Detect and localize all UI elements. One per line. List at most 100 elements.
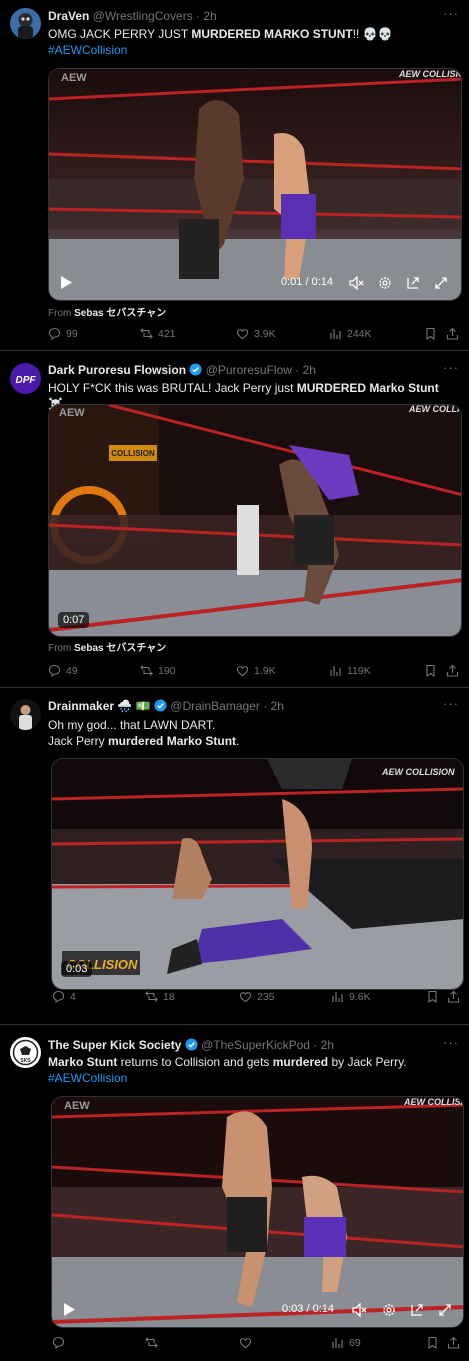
more-icon[interactable]: ···	[443, 696, 459, 711]
share-icon	[446, 664, 459, 677]
repost-icon	[140, 328, 153, 339]
video-player[interactable]: AEW COLLISION AEW 0:01 / 0:14	[48, 68, 462, 301]
source-name[interactable]: Sebas セバスチャン	[74, 643, 166, 654]
like-button[interactable]: 235	[239, 990, 275, 1003]
repost-count: 421	[158, 327, 176, 340]
tweet-4[interactable]: SKS The Super Kick Society @TheSuperKick…	[0, 1025, 469, 1361]
video-player[interactable]: COLLISION AEW COLLISION AEW 0:07	[48, 404, 462, 637]
fullscreen-icon[interactable]	[438, 1303, 452, 1317]
video-source: From Sebas セバスチャン	[48, 304, 166, 319]
settings-icon[interactable]	[382, 1303, 396, 1317]
video-player[interactable]: AEW COLLISION COLLISION 0:03	[51, 758, 464, 990]
display-name[interactable]: The Super Kick Society	[48, 1038, 181, 1052]
tweet-actions: 49 190 1.9K 119K	[48, 664, 459, 680]
like-button[interactable]: 3.9K	[236, 327, 276, 340]
username[interactable]: @PuroresuFlow	[206, 363, 292, 377]
avatar[interactable]: DPF	[10, 363, 41, 394]
bookmark-button[interactable]	[424, 664, 437, 677]
source-prefix: From	[48, 308, 72, 319]
mute-icon[interactable]	[349, 276, 364, 290]
svg-text:DPF: DPF	[16, 375, 37, 386]
repost-button[interactable]: 18	[145, 990, 175, 1003]
verified-icon	[185, 1038, 198, 1051]
like-count: 235	[257, 990, 275, 1003]
share-button[interactable]	[447, 990, 460, 1003]
views-button[interactable]: 244K	[329, 327, 372, 340]
tweet-1[interactable]: DraVen @WrestlingCovers · 2h ··· OMG JAC…	[0, 0, 469, 351]
more-icon[interactable]: ···	[443, 1035, 459, 1050]
aew-watermark: AEW	[59, 407, 85, 419]
share-button[interactable]	[446, 664, 459, 677]
reply-icon	[48, 327, 61, 340]
repost-button[interactable]: 421	[140, 327, 176, 340]
play-icon[interactable]	[63, 1303, 75, 1316]
tweet-2[interactable]: DPF Dark Puroresu Flowsion @PuroresuFlow…	[0, 351, 469, 688]
bookmark-button[interactable]	[426, 1336, 439, 1349]
more-icon[interactable]: ···	[443, 360, 459, 375]
repost-count: 18	[163, 990, 175, 1003]
tweet-actions: 99 421 3.9K 244K	[48, 327, 459, 343]
tweet-header: Dark Puroresu Flowsion @PuroresuFlow · 2…	[48, 363, 459, 377]
bookmark-icon	[428, 990, 437, 1003]
share-button[interactable]	[447, 1336, 460, 1349]
pip-icon[interactable]	[410, 1303, 424, 1317]
reply-count: 99	[66, 327, 78, 340]
video-time: 0:01 / 0:14	[281, 276, 333, 288]
reply-button[interactable]	[52, 1336, 65, 1349]
reply-icon	[48, 664, 61, 677]
share-icon	[446, 327, 459, 340]
repost-icon	[145, 1337, 158, 1348]
watermark-text: AEW COLLISION	[403, 1097, 464, 1107]
views-button[interactable]: 119K	[329, 664, 371, 677]
repost-icon	[140, 665, 153, 676]
reply-count: 4	[70, 990, 76, 1003]
views-icon	[330, 666, 341, 676]
bookmark-button[interactable]	[424, 327, 437, 340]
tweet-text: Oh my god... that LAWN DART. Jack Perry …	[48, 717, 455, 749]
mute-icon[interactable]	[352, 1303, 367, 1317]
timestamp[interactable]: · 2h	[295, 363, 316, 377]
username[interactable]: @DrainBamager	[170, 699, 260, 713]
reply-button[interactable]: 4	[52, 990, 76, 1003]
views-button[interactable]: 9.6K	[331, 990, 371, 1003]
aew-watermark: AEW	[61, 72, 87, 84]
like-button[interactable]: 1.9K	[236, 664, 276, 677]
pip-icon[interactable]	[406, 276, 420, 290]
username[interactable]: @WrestlingCovers	[93, 9, 193, 23]
repost-button[interactable]: 190	[140, 664, 176, 677]
source-name[interactable]: Sebas セバスチャン	[74, 308, 166, 319]
username[interactable]: @TheSuperKickPod	[201, 1038, 310, 1052]
repost-count: 190	[158, 664, 176, 677]
repost-button[interactable]	[145, 1336, 158, 1349]
timeline-feed: DraVen @WrestlingCovers · 2h ··· OMG JAC…	[0, 0, 469, 1361]
bookmark-icon	[426, 664, 435, 677]
play-icon[interactable]	[60, 276, 72, 289]
tweet-3[interactable]: Drainmaker 🌧️ 💵 @DrainBamager · 2h ··· O…	[0, 688, 469, 1025]
reply-button[interactable]: 99	[48, 327, 78, 340]
timestamp[interactable]: · 2h	[313, 1038, 334, 1052]
display-name[interactable]: DraVen	[48, 9, 89, 23]
source-prefix: From	[48, 643, 72, 654]
avatar[interactable]	[10, 8, 41, 39]
settings-icon[interactable]	[378, 276, 392, 290]
fullscreen-icon[interactable]	[434, 276, 448, 290]
like-count: 3.9K	[254, 327, 276, 340]
display-name[interactable]: Dark Puroresu Flowsion	[48, 363, 186, 377]
display-name[interactable]: Drainmaker 🌧️ 💵	[48, 699, 151, 713]
timestamp[interactable]: · 2h	[263, 699, 284, 713]
hashtag-link[interactable]: #AEWCollision	[48, 42, 455, 58]
views-button[interactable]: 69	[331, 1336, 361, 1349]
avatar[interactable]	[10, 699, 41, 730]
like-button[interactable]	[239, 1336, 252, 1349]
view-count: 119K	[347, 664, 371, 677]
bookmark-button[interactable]	[426, 990, 439, 1003]
hashtag-link[interactable]: #AEWCollision	[48, 1070, 455, 1086]
avatar[interactable]: SKS	[10, 1037, 41, 1068]
collision-sign: COLLISION	[111, 449, 155, 458]
more-icon[interactable]: ···	[443, 6, 459, 21]
tweet-header: Drainmaker 🌧️ 💵 @DrainBamager · 2h	[48, 699, 459, 713]
timestamp[interactable]: · 2h	[196, 9, 217, 23]
reply-button[interactable]: 49	[48, 664, 78, 677]
video-player[interactable]: AEW COLLISION AEW 0:03 / 0:14	[51, 1096, 464, 1328]
share-button[interactable]	[446, 327, 459, 340]
